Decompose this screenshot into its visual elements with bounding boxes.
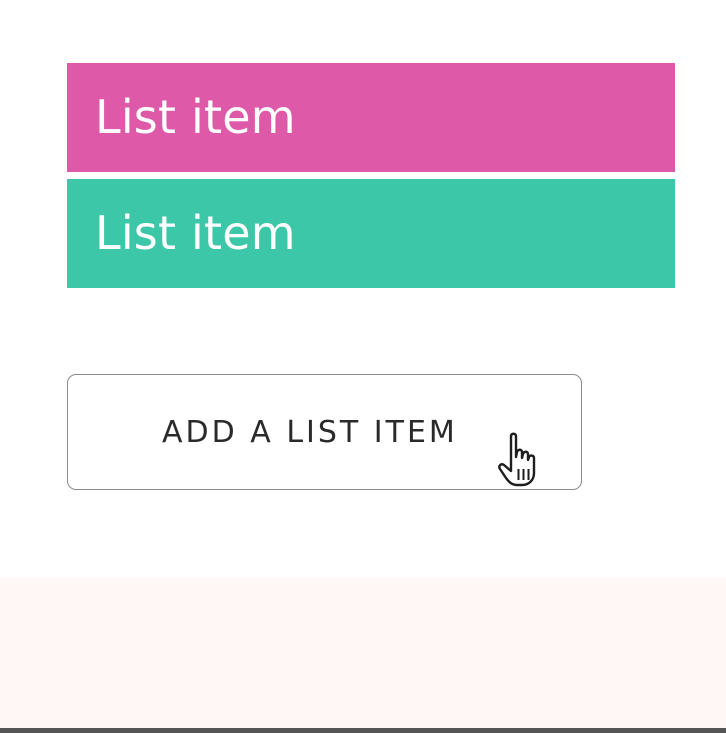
hand-pointer-icon	[498, 432, 536, 487]
list-item: List item	[67, 63, 675, 172]
item-list: List item List item	[67, 63, 675, 288]
footer-band	[0, 578, 726, 728]
bottom-divider	[0, 728, 726, 733]
app-canvas: List item List item ADD A LIST ITEM	[0, 0, 726, 733]
list-item: List item	[67, 179, 675, 288]
